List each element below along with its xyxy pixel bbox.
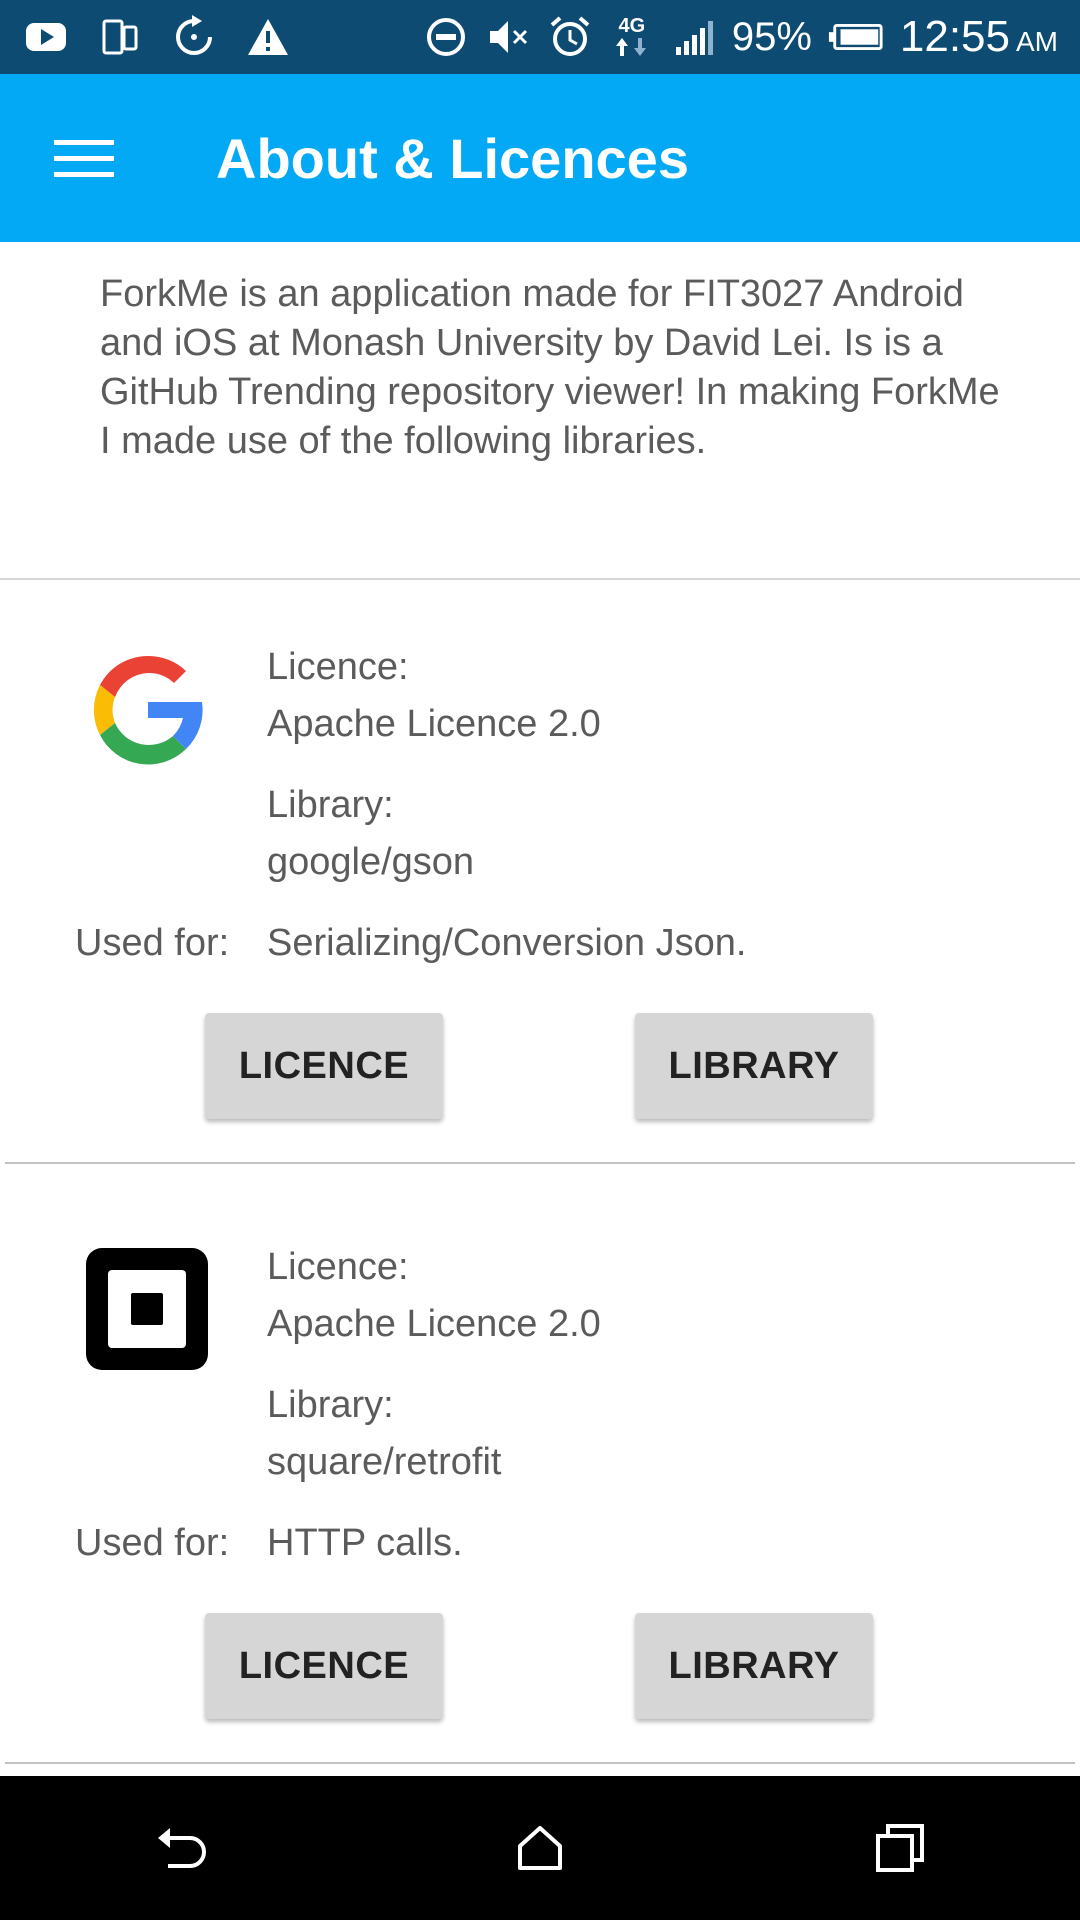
licence-button[interactable]: LICENCE	[205, 1613, 443, 1719]
alarm-icon	[546, 13, 594, 61]
google-logo-icon	[93, 655, 203, 765]
battery-percent: 95%	[731, 14, 812, 59]
library-label: Library:	[267, 784, 394, 826]
library-button[interactable]: LIBRARY	[635, 1613, 873, 1719]
signal-icon	[670, 13, 718, 61]
dnd-icon	[422, 13, 470, 61]
home-button[interactable]	[480, 1788, 600, 1908]
phone-icon	[96, 13, 144, 61]
library-label: Library:	[267, 1384, 394, 1426]
clock: 12:55 AM	[900, 12, 1058, 62]
licence-label: Licence:	[267, 646, 409, 688]
used-for-value: Serializing/Conversion Json.	[267, 922, 747, 964]
square-logo-icon	[86, 1248, 208, 1370]
back-icon	[158, 1828, 206, 1868]
network-4g-icon: 4G	[608, 13, 656, 61]
used-for-value: HTTP calls.	[267, 1522, 463, 1564]
clock-ampm: AM	[1016, 26, 1058, 57]
divider	[5, 1762, 1075, 1764]
battery-icon	[826, 13, 886, 61]
divider	[0, 578, 1080, 580]
used-for-label: Used for:	[75, 1522, 230, 1564]
licence-value: Apache Licence 2.0	[267, 703, 601, 745]
recents-icon	[876, 1824, 924, 1872]
status-bar: 4G 95% 12:55 AM	[0, 0, 1080, 74]
used-for-label: Used for:	[75, 922, 230, 964]
page-title: About & Licences	[216, 126, 689, 190]
licence-button[interactable]: LICENCE	[205, 1013, 443, 1119]
back-button[interactable]	[120, 1788, 240, 1908]
content-scroll[interactable]: ForkMe is an application made for FIT302…	[0, 242, 1080, 1776]
library-button[interactable]: LIBRARY	[635, 1013, 873, 1119]
intro-text: ForkMe is an application made for FIT302…	[100, 273, 1000, 462]
library-value: square/retrofit	[267, 1441, 502, 1483]
menu-button[interactable]	[0, 74, 168, 242]
divider	[5, 1162, 1075, 1164]
network-label: 4G	[618, 15, 646, 37]
library-value: google/gson	[267, 841, 475, 883]
licence-label: Licence:	[267, 1246, 409, 1288]
clock-time: 12:55	[899, 12, 1010, 61]
screen: 4G 95% 12:55 AM About & Licences ForkMe …	[0, 0, 1080, 1920]
warning-icon	[244, 13, 292, 61]
navigation-bar	[0, 1776, 1080, 1920]
youtube-icon	[22, 13, 70, 61]
hamburger-menu-icon	[54, 140, 114, 177]
app-bar: About & Licences	[0, 74, 1080, 242]
licence-value: Apache Licence 2.0	[267, 1303, 601, 1345]
sync-icon	[170, 13, 218, 61]
mute-icon	[484, 13, 532, 61]
home-icon	[518, 1826, 562, 1870]
recents-button[interactable]	[840, 1788, 960, 1908]
